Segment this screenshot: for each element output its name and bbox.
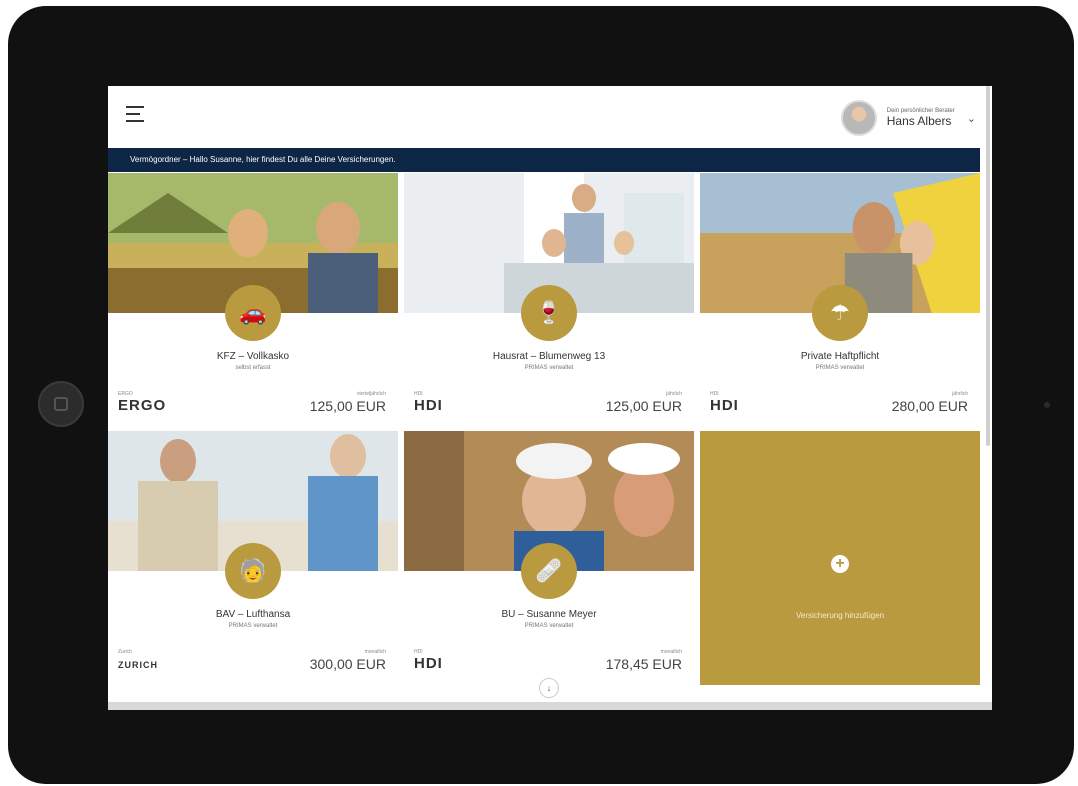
card-subtitle: selbst erfasst xyxy=(235,365,271,371)
premium-amount: 178,45 EUR xyxy=(605,656,682,672)
top-bar: Dein persönlicher Berater Hans Albers ⌄ xyxy=(108,86,992,148)
insurance-grid: 🚗 KFZ – Vollkasko selbst erfasst ERGO ER… xyxy=(108,173,980,685)
advisor-name: Hans Albers xyxy=(886,114,952,128)
card-subtitle: PRIMAS verwaltet xyxy=(524,365,574,371)
car-icon: 🚗 xyxy=(225,285,281,341)
app-screen: Dein persönlicher Berater Hans Albers ⌄ … xyxy=(108,86,992,710)
insurer-logo-hdi: HDI xyxy=(414,397,443,414)
menu-icon[interactable] xyxy=(126,106,144,122)
bandage-icon: 🩹 xyxy=(521,543,577,599)
insurance-card-bu[interactable]: 🩹 BU – Susanne Meyer PRIMAS verwaltet HD… xyxy=(404,431,694,685)
horizontal-scrollbar[interactable] xyxy=(108,702,992,710)
premium-amount: 125,00 EUR xyxy=(605,398,682,414)
insurance-card-hausrat[interactable]: 🍷 Hausrat – Blumenweg 13 PRIMAS verwalte… xyxy=(404,173,694,427)
premium-amount: 280,00 EUR xyxy=(891,398,968,414)
avatar xyxy=(840,100,877,136)
insurer-logo-hdi: HDI xyxy=(710,397,739,414)
card-title: Private Haftpflicht xyxy=(800,351,880,362)
card-title: BU – Susanne Meyer xyxy=(501,609,597,620)
camera xyxy=(1044,402,1050,408)
payment-period: monatlich xyxy=(364,649,386,655)
vertical-scrollbar[interactable] xyxy=(986,86,990,446)
glass-icon: 🍷 xyxy=(521,285,577,341)
card-title: BAV – Lufthansa xyxy=(215,609,291,620)
advisor-text: Dein persönlicher Berater Hans Albers xyxy=(887,108,955,128)
card-subtitle: PRIMAS verwaltet xyxy=(524,623,574,629)
insurer-logo-hdi: HDI xyxy=(414,655,443,672)
card-title: KFZ – Vollkasko xyxy=(216,351,290,362)
umbrella-icon: ☂ xyxy=(812,285,868,341)
insurer-caption: Zurich xyxy=(118,649,132,655)
payment-period: jährlich xyxy=(952,391,968,397)
chevron-down-icon[interactable]: ⌄ xyxy=(967,112,976,125)
insurer-logo-zurich: ZURICH xyxy=(118,660,158,670)
payment-period: vierteljährlich xyxy=(356,391,386,397)
payment-period: jährlich xyxy=(666,391,682,397)
add-insurance-label: Versicherung hinzufügen xyxy=(795,611,885,620)
insurance-card-haftpflicht[interactable]: ☂ Private Haftpflicht PRIMAS verwaltet H… xyxy=(700,173,980,427)
insurance-card-bav[interactable]: 🧓 BAV – Lufthansa PRIMAS verwaltet Zuric… xyxy=(108,431,398,685)
card-subtitle: PRIMAS verwaltet xyxy=(815,365,865,371)
premium-amount: 125,00 EUR xyxy=(309,398,386,414)
add-insurance-card[interactable]: + Versicherung hinzufügen xyxy=(700,431,980,685)
elderly-icon: 🧓 xyxy=(225,543,281,599)
plus-icon[interactable]: + xyxy=(831,555,849,573)
card-subtitle: PRIMAS verwaltet xyxy=(228,623,278,629)
scroll-down-button[interactable]: ↓ xyxy=(539,678,559,698)
insurance-card-kfz[interactable]: 🚗 KFZ – Vollkasko selbst erfasst ERGO ER… xyxy=(108,173,398,427)
card-title: Hausrat – Blumenweg 13 xyxy=(492,351,606,362)
insurer-logo-ergo: ERGO xyxy=(118,397,167,414)
advisor-menu[interactable]: Dein persönlicher Berater Hans Albers ⌄ xyxy=(840,98,976,138)
welcome-banner: Vermögordner – Hallo Susanne, hier finde… xyxy=(108,148,980,172)
home-button[interactable] xyxy=(38,381,84,427)
payment-period: monatlich xyxy=(660,649,682,655)
premium-amount: 300,00 EUR xyxy=(309,656,386,672)
